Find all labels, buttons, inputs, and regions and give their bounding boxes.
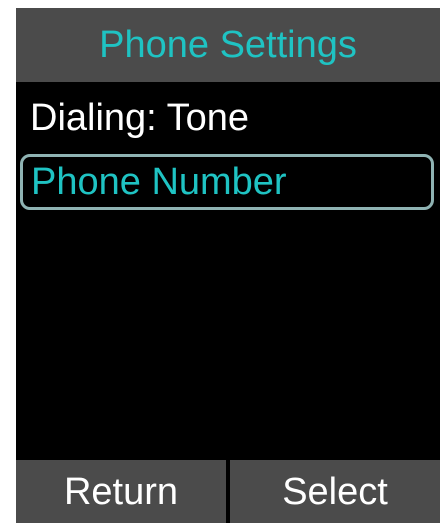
menu-item-phone-number[interactable]: Phone Number bbox=[20, 154, 434, 210]
page-title: Phone Settings bbox=[99, 24, 357, 66]
title-bar: Phone Settings bbox=[16, 8, 440, 82]
phone-screen: Phone Settings Dialing: Tone Phone Numbe… bbox=[16, 8, 440, 523]
softkey-bar: Return Select bbox=[16, 460, 440, 523]
return-button[interactable]: Return bbox=[16, 460, 226, 523]
select-button[interactable]: Select bbox=[230, 460, 440, 523]
menu-item-dialing[interactable]: Dialing: Tone bbox=[20, 90, 434, 146]
